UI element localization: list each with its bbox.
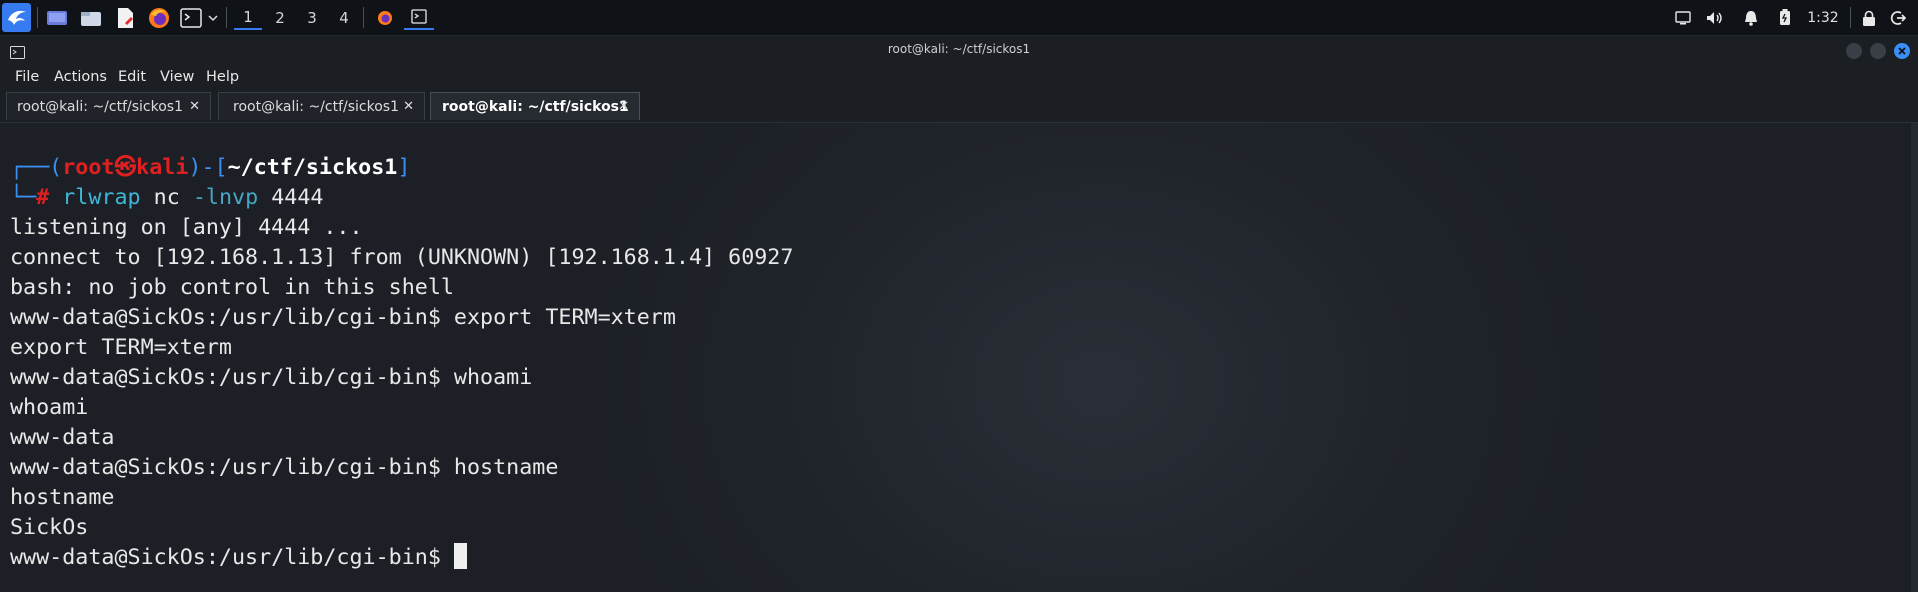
workspace-4[interactable]: 4	[330, 5, 358, 30]
output-line: hostname	[10, 485, 115, 510]
output-line: www-data@SickOs:/usr/lib/cgi-bin$ export…	[10, 305, 676, 330]
file-manager-icon[interactable]	[78, 5, 104, 30]
volume-icon[interactable]	[1704, 5, 1726, 30]
text-editor-icon[interactable]	[113, 5, 137, 30]
output-line: www-data	[10, 425, 115, 450]
tab-close-icon[interactable]: ✕	[189, 99, 200, 114]
tab-close-icon[interactable]: ✕	[618, 99, 629, 114]
output-line: whoami	[10, 395, 89, 420]
tab-label: root@kali: ~/ctf/sickos1	[17, 98, 183, 115]
workspace-3[interactable]: 3	[298, 5, 326, 30]
terminal-launcher-icon[interactable]	[178, 5, 204, 30]
command-arg: nc	[153, 185, 180, 210]
output-line: listening on [any] 4444 ...	[10, 215, 363, 240]
panel-separator	[226, 7, 227, 28]
kali-menu-icon[interactable]	[2, 3, 31, 32]
command-flag: -lnvp	[192, 185, 259, 210]
prompt-host: kali	[136, 155, 189, 180]
workspace-2[interactable]: 2	[266, 5, 294, 30]
tab-label: root@kali: ~/ctf/sickos1	[442, 98, 629, 115]
output-line: www-data@SickOs:/usr/lib/cgi-bin$ whoami	[10, 365, 533, 390]
terminal-tab-2[interactable]: root@kali: ~/ctf/sickos1 ✕	[218, 92, 425, 120]
menu-bar: File Actions Edit View Help	[0, 65, 1918, 90]
menu-help[interactable]: Help	[206, 69, 239, 85]
output-line: www-data@SickOs:/usr/lib/cgi-bin$ hostna…	[10, 455, 559, 480]
workspace-1[interactable]: 1	[234, 5, 262, 30]
tab-close-icon[interactable]: ✕	[403, 99, 414, 114]
prompt-user: root	[62, 155, 115, 180]
window-titlebar[interactable]: root@kali: ~/ctf/sickos1	[0, 36, 1918, 65]
menu-view[interactable]: View	[160, 69, 194, 85]
terminal-tab-1[interactable]: root@kali: ~/ctf/sickos1 ✕	[6, 92, 211, 120]
output-line: bash: no job control in this shell	[10, 275, 454, 300]
text-cursor	[453, 543, 467, 569]
output-line: SickOs	[10, 515, 89, 540]
lock-screen-icon[interactable]	[1858, 5, 1880, 30]
firefox-icon[interactable]	[146, 5, 172, 30]
output-line: connect to [192.168.1.13] from (UNKNOWN)…	[10, 245, 794, 270]
panel-separator	[363, 7, 364, 28]
panel-separator	[37, 7, 38, 28]
taskbar-terminal-icon[interactable]	[404, 5, 434, 30]
terminal-tab-3[interactable]: root@kali: ~/ctf/sickos1 ✕	[430, 92, 640, 120]
panel-separator	[1850, 7, 1851, 28]
terminal-area[interactable]: ┌──(root㉿kali)-[~/ctf/sickos1] └─# rlwra…	[0, 123, 1918, 592]
menu-actions[interactable]: Actions	[54, 69, 107, 85]
screen-icon[interactable]	[1672, 5, 1694, 30]
notification-bell-icon[interactable]	[1740, 5, 1762, 30]
minimize-button[interactable]	[1846, 43, 1862, 59]
show-desktop-icon[interactable]	[44, 5, 70, 30]
tab-bar: root@kali: ~/ctf/sickos1 ✕ root@kali: ~/…	[0, 90, 1918, 123]
prompt-skull-icon: ㉿	[114, 155, 137, 180]
menu-file[interactable]: File	[15, 69, 39, 85]
logout-icon[interactable]	[1887, 5, 1909, 30]
clock[interactable]: 1:32	[1802, 5, 1844, 30]
window-title: root@kali: ~/ctf/sickos1	[887, 42, 1031, 56]
close-icon	[1898, 47, 1906, 55]
output-line: export TERM=xterm	[10, 335, 232, 360]
command-name: rlwrap	[62, 185, 141, 210]
close-window-button[interactable]	[1894, 43, 1910, 59]
chevron-down-icon[interactable]	[206, 5, 220, 30]
top-panel: 1 2 3 4 1:32	[0, 0, 1918, 36]
battery-icon[interactable]	[1774, 5, 1796, 30]
tab-label: root@kali: ~/ctf/sickos1	[233, 98, 399, 115]
maximize-button[interactable]	[1870, 43, 1886, 59]
terminal-scrollbar[interactable]	[1911, 123, 1918, 592]
menu-edit[interactable]: Edit	[118, 69, 146, 85]
prompt-dir: ~/ctf/sickos1	[227, 155, 398, 180]
shell-prompt: www-data@SickOs:/usr/lib/cgi-bin$	[10, 545, 454, 570]
command-port: 4444	[271, 185, 324, 210]
prompt-header-line: ┌──(root㉿kali)-[~/ctf/sickos1]	[10, 155, 411, 180]
command-line: └─# rlwrap nc -lnvp 4444	[10, 185, 324, 210]
taskbar-firefox-icon[interactable]	[372, 5, 398, 30]
active-prompt-line[interactable]: www-data@SickOs:/usr/lib/cgi-bin$	[10, 543, 467, 573]
